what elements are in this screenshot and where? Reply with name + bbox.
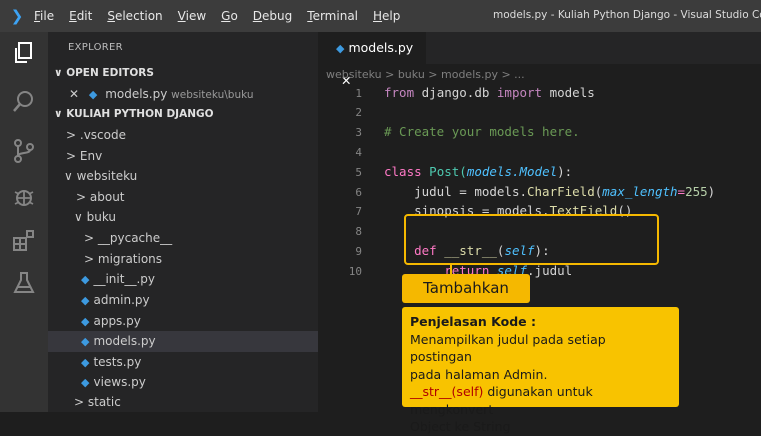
tree-item-views[interactable]: ◆ views.py <box>48 372 318 393</box>
line-number: 3 <box>355 126 362 139</box>
python-file-icon: ◆ <box>81 335 90 348</box>
python-file-icon: ◆ <box>81 356 90 369</box>
explorer-sidebar: EXPLORER ∨ OPEN EDITORS ✕ ◆ models.py we… <box>48 32 318 412</box>
explorer-title: EXPLORER <box>68 42 123 53</box>
explanation-note: Penjelasan Kode : Menampilkan judul pada… <box>402 307 679 434</box>
source-control-icon[interactable] <box>10 138 38 166</box>
note-line: __str__(self) digunakan untuk mengkonver… <box>410 384 593 417</box>
search-icon[interactable] <box>10 88 38 116</box>
note-line: Object ke String <box>410 419 511 434</box>
code-line-1[interactable]: from django.db import models <box>384 85 595 100</box>
tree-item-buku[interactable]: ∨ buku <box>48 207 318 228</box>
menu-edit[interactable]: Edit <box>69 9 92 23</box>
code-line-6[interactable]: judul = models.CharField(max_length=255) <box>384 184 715 199</box>
python-file-icon: ◆ <box>81 376 90 389</box>
vscode-logo-icon: ❯ <box>10 7 24 25</box>
line-number: 6 <box>355 186 362 199</box>
open-editor-item[interactable]: ✕ ◆ models.py websiteku\buku <box>48 84 318 105</box>
activity-bar <box>0 32 48 412</box>
open-editors-section[interactable]: ∨ OPEN EDITORS <box>48 63 318 84</box>
note-line: Menampilkan judul pada setiap postingan <box>410 331 606 365</box>
tree-item-static[interactable]: > static <box>48 392 318 413</box>
testing-flask-icon[interactable] <box>10 270 38 298</box>
line-number: 1 <box>355 87 362 100</box>
line-number: 2 <box>355 106 362 119</box>
python-file-icon: ◆ <box>81 273 90 286</box>
window-title: models.py - Kuliah Python Django - Visua… <box>493 9 761 21</box>
tree-item-apps[interactable]: ◆ apps.py <box>48 311 318 332</box>
python-file-icon: ◆ <box>81 315 90 328</box>
python-file-icon: ◆ <box>88 88 98 101</box>
tree-item-env[interactable]: > Env <box>48 146 318 167</box>
project-section[interactable]: ∨ KULIAH PYTHON DJANGO <box>48 104 318 125</box>
title-bar: ❯ File Edit Selection View Go Debug Term… <box>0 0 761 32</box>
menu-go[interactable]: Go <box>221 9 238 23</box>
menu-terminal[interactable]: Terminal <box>307 9 358 23</box>
code-line-3[interactable]: # Create your models here. <box>384 124 580 139</box>
line-number: 10 <box>348 265 362 278</box>
tree-item-pycache[interactable]: > __pycache__ <box>48 228 318 249</box>
menu-help[interactable]: Help <box>373 9 400 23</box>
menu-selection[interactable]: Selection <box>107 9 162 23</box>
line-number: 4 <box>355 146 362 159</box>
line-number: 9 <box>355 245 362 258</box>
python-file-icon: ◆ <box>81 294 90 307</box>
breadcrumb[interactable]: websiteku > buku > models.py > ... <box>326 68 525 81</box>
tree-item-init[interactable]: ◆ __init__.py <box>48 269 318 290</box>
note-heading: Penjelasan Kode : <box>410 314 536 329</box>
tree-item-models[interactable]: ◆ models.py <box>48 331 318 352</box>
python-file-icon: ◆ <box>336 42 345 55</box>
tree-item-tests[interactable]: ◆ tests.py <box>48 352 318 373</box>
line-number: 8 <box>355 225 362 238</box>
tree-item-migrations[interactable]: > migrations <box>48 249 318 270</box>
tree-item-about[interactable]: > about <box>48 187 318 208</box>
tree-item-websiteku[interactable]: ∨ websiteku <box>48 166 318 187</box>
line-number: 5 <box>355 166 362 179</box>
line-number: 7 <box>355 205 362 218</box>
menu-bar: File Edit Selection View Go Debug Termin… <box>34 9 415 23</box>
chevron-down-icon: ∨ <box>54 108 63 120</box>
tambahkan-label: Tambahkan <box>402 274 530 303</box>
tab-bar: ◆ models.py ✕ <box>318 32 761 88</box>
menu-file[interactable]: File <box>34 9 54 23</box>
tree-item-vscode[interactable]: > .vscode <box>48 125 318 146</box>
note-line: pada halaman Admin. <box>410 366 548 382</box>
tab-models-py[interactable]: ◆ models.py ✕ <box>318 32 426 88</box>
menu-view[interactable]: View <box>178 9 206 23</box>
chevron-down-icon: ∨ <box>54 67 63 79</box>
explorer-icon[interactable] <box>10 40 38 68</box>
extensions-icon[interactable] <box>10 228 38 256</box>
chevron-down-icon: ∨ <box>74 210 87 224</box>
close-icon[interactable]: ✕ <box>48 87 79 101</box>
debug-icon[interactable] <box>10 184 38 212</box>
chevron-down-icon: ∨ <box>64 169 77 183</box>
menu-debug[interactable]: Debug <box>253 9 292 23</box>
highlight-box <box>404 214 659 265</box>
code-line-5[interactable]: class Post(models.Model): <box>384 164 572 179</box>
tree-item-admin[interactable]: ◆ admin.py <box>48 290 318 311</box>
